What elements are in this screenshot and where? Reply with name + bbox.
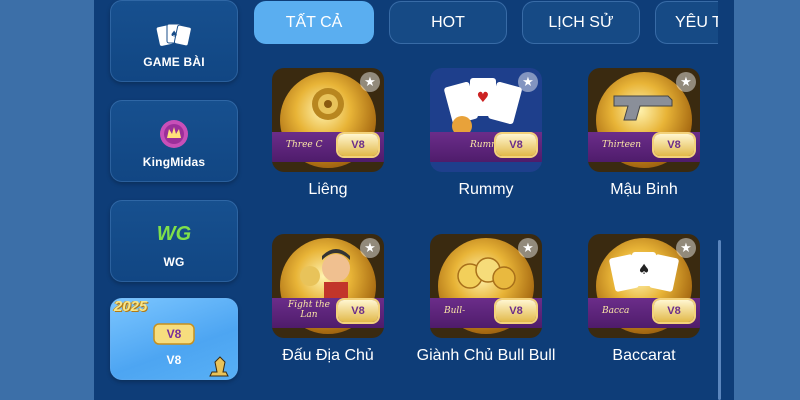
wg-logo-icon: WG (157, 223, 191, 244)
provider-label: WG (163, 255, 185, 269)
game-banner-text: Three C (286, 140, 323, 150)
favorite-star-icon[interactable]: ★ (360, 72, 380, 92)
game-thumbnail[interactable]: Three C V8 ★ (272, 68, 384, 172)
tab-all[interactable]: TẤT CẢ (254, 1, 374, 44)
game-thumbnail[interactable]: Fight the Lan V8 ★ (272, 234, 384, 338)
svg-text:♥: ♥ (477, 90, 490, 106)
favorite-star-icon[interactable]: ★ (518, 238, 538, 258)
v8-badge-icon: V8 (338, 134, 378, 156)
pistol-icon (613, 95, 673, 121)
provider-label: GAME BÀI (143, 55, 205, 69)
favorite-star-icon[interactable]: ★ (518, 72, 538, 92)
provider-wg[interactable]: WG WG (110, 200, 238, 282)
v8-badge-icon: V8 (654, 134, 694, 156)
v8-badge-icon: V8 (654, 300, 694, 322)
provider-v8[interactable]: 2025 V8 V8 (110, 298, 238, 380)
game-name: Rummy (458, 181, 514, 198)
svg-text:♠: ♠ (170, 30, 178, 40)
game-thumbnail[interactable]: ♠ Bacca V8 ★ (588, 234, 700, 338)
tab-favorites[interactable]: YÊU THÍCH (655, 1, 718, 44)
favorite-star-icon[interactable]: ★ (360, 238, 380, 258)
tab-history[interactable]: LỊCH SỬ (522, 1, 640, 44)
playing-cards-icon: ♠ (156, 23, 192, 47)
v8-badge-icon: V8 (496, 300, 536, 322)
playing-cards-icon: ♠ (609, 252, 679, 292)
v8-badge-icon: V8 (496, 134, 536, 156)
gold-coins-icon (457, 257, 516, 290)
game-name: Liêng (308, 181, 348, 198)
tab-hot[interactable]: HOT (389, 1, 507, 44)
kingmidas-logo-icon (160, 120, 188, 148)
game-banner-text: Thirteen (602, 140, 642, 150)
favorite-star-icon[interactable]: ★ (676, 238, 696, 258)
provider-kingmidas[interactable]: KingMidas (110, 100, 238, 182)
game-name: Đấu Địa Chủ (282, 347, 374, 364)
game-thumbnail[interactable]: Thirteen V8 ★ (588, 68, 700, 172)
character-icon (300, 249, 350, 300)
game-name: Giành Chủ Bull Bull (416, 347, 556, 364)
tab-bar: TẤT CẢ HOT LỊCH SỬ YÊU THÍCH (254, 0, 718, 48)
favorite-star-icon[interactable]: ★ (676, 72, 696, 92)
scrollbar[interactable] (718, 240, 721, 400)
rose-icon (312, 88, 344, 120)
svg-text:♠: ♠ (638, 262, 651, 278)
svg-text:WG: WG (157, 223, 191, 244)
game-banner-text: Bull- (444, 306, 466, 316)
provider-label: KingMidas (142, 155, 206, 169)
v8-logo-icon: V8 (153, 323, 195, 345)
game-name: Baccarat (612, 347, 676, 364)
game-banner-text: Fight the Lan (288, 300, 330, 320)
year-badge: 2025 (114, 298, 148, 315)
svg-text:V8: V8 (167, 327, 182, 341)
chess-piece-decor-icon (209, 356, 229, 377)
game-thumbnail[interactable]: Bull- V8 ★ (430, 234, 542, 338)
v8-badge-icon: V8 (338, 300, 378, 322)
game-lobby-panel: ♠ GAME BÀI KingMidas WG WG 2025 V8 V8 TẤ… (94, 0, 734, 400)
provider-game-bai[interactable]: ♠ GAME BÀI (110, 0, 238, 82)
game-name: Mậu Binh (610, 181, 678, 198)
game-banner-text: Bacca (602, 306, 630, 316)
game-thumbnail[interactable]: ♥ Rumm V8 ★ (430, 68, 542, 172)
